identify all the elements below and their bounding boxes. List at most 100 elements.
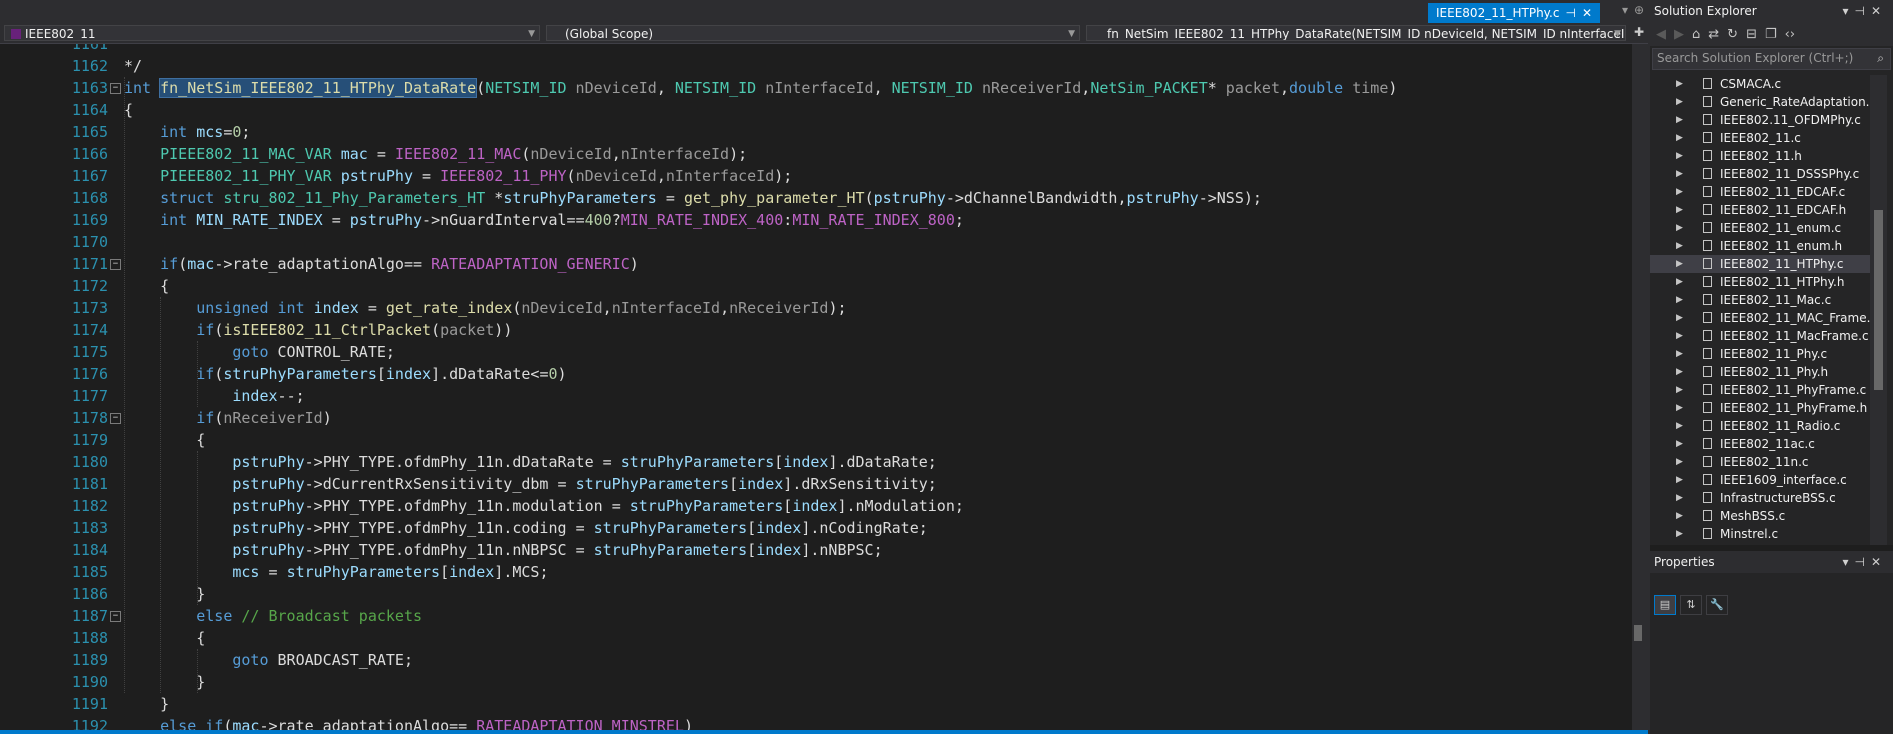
expand-icon[interactable]: ▶ (1676, 129, 1683, 147)
tree-item[interactable]: ▶ IEEE1609_interface.c (1650, 471, 1872, 489)
split-icon[interactable]: ⊕ (1634, 3, 1644, 17)
expand-icon[interactable]: ▶ (1676, 399, 1683, 417)
code-view-icon[interactable]: ‹› (1785, 27, 1795, 42)
tree-item[interactable]: ▶ IEEE802_11_PhyFrame.c (1650, 381, 1872, 399)
code-line[interactable]: 1172 { (0, 275, 1632, 297)
copy-icon[interactable]: ❐ (1765, 27, 1777, 42)
collapse-all-icon[interactable]: ⊟ (1746, 27, 1757, 42)
scope-dropdown[interactable]: (Global Scope) ▼ (546, 25, 1080, 41)
expand-icon[interactable]: ▶ (1676, 525, 1683, 543)
tree-item[interactable]: ▶ IEEE802_11_Radio.c (1650, 417, 1872, 435)
search-icon[interactable]: ⌕ (1877, 49, 1884, 67)
code-line[interactable]: 1185 mcs = struPhyParameters[index].MCS; (0, 561, 1632, 583)
member-dropdown[interactable]: fn_NetSim_IEEE802_11_HTPhy_DataRate(NETS… (1086, 25, 1626, 41)
expand-icon[interactable]: ▶ (1676, 309, 1683, 327)
expand-icon[interactable]: ▶ (1676, 291, 1683, 309)
tab-dropdown-icon[interactable]: ▾ (1622, 3, 1628, 17)
tree-item[interactable]: ▶ InfrastructureBSS.c (1650, 489, 1872, 507)
tree-item[interactable]: ▶ IEEE802_11n.c (1650, 453, 1872, 471)
expand-icon[interactable]: ▶ (1676, 489, 1683, 507)
tree-item[interactable]: ▶ IEEE802_11_EDCAF.h (1650, 201, 1872, 219)
home-icon[interactable]: ⌂ (1692, 27, 1700, 42)
code-line[interactable]: 1188 { (0, 627, 1632, 649)
close-icon[interactable]: ✕ (1871, 4, 1887, 18)
collapse-icon[interactable]: − (110, 611, 121, 622)
code-line[interactable]: 1164 { (0, 99, 1632, 121)
forward-icon[interactable]: ▶ (1674, 27, 1684, 42)
code-line[interactable]: 1174 if(isIEEE802_11_CtrlPacket(packet)) (0, 319, 1632, 341)
code-editor[interactable]: 1161 1162 */1163− int fn_NetSim_IEEE802_11_… (0, 44, 1632, 730)
alphabetical-icon[interactable]: ⇅ (1680, 595, 1702, 615)
expand-icon[interactable]: ▶ (1676, 237, 1683, 255)
tab-ieee802-11-htphy[interactable]: IEEE802_11_HTPhy.c ⊣ ✕ (1428, 3, 1600, 23)
collapse-icon[interactable]: − (110, 259, 121, 270)
code-line[interactable]: 1163− int fn_NetSim_IEEE802_11_HTPhy_Data… (0, 77, 1632, 99)
solution-explorer-search[interactable]: Search Solution Explorer (Ctrl+;) ⌕ (1652, 48, 1891, 70)
split-editor-icon[interactable]: ✚ (1634, 25, 1644, 39)
expand-icon[interactable]: ▶ (1676, 219, 1683, 237)
code-line[interactable]: 1168 struct stru_802_11_Phy_Parameters_H… (0, 187, 1632, 209)
tree-item[interactable]: ▶ IEEE802_11_enum.c (1650, 219, 1872, 237)
expand-icon[interactable]: ▶ (1676, 381, 1683, 399)
tree-item[interactable]: ▶ CSMACA.c (1650, 75, 1872, 93)
tree-item[interactable]: ▶ IEEE802.11_OFDMPhy.c (1650, 111, 1872, 129)
code-line[interactable]: 1177 index--; (0, 385, 1632, 407)
expand-icon[interactable]: ▶ (1676, 471, 1683, 489)
switch-views-icon[interactable]: ⇄ (1708, 27, 1719, 42)
code-line[interactable]: 1186 } (0, 583, 1632, 605)
dropdown-icon[interactable]: ▾ (1842, 555, 1854, 569)
tree-item[interactable]: ▶ Generic_RateAdaptation.c (1650, 93, 1872, 111)
code-line[interactable]: 1167 PIEEE802_11_PHY_VAR pstruPhy = IEEE… (0, 165, 1632, 187)
tree-item[interactable]: ▶ IEEE802_11_Phy.c (1650, 345, 1872, 363)
tree-item[interactable]: ▶ IEEE802_11_DSSSPhy.c (1650, 165, 1872, 183)
tree-item[interactable]: ▶ IEEE802_11_enum.h (1650, 237, 1872, 255)
expand-icon[interactable]: ▶ (1676, 183, 1683, 201)
tree-item[interactable]: ▶ Minstrel.c (1650, 525, 1872, 543)
code-line[interactable]: 1189 goto BROADCAST_RATE; (0, 649, 1632, 671)
code-line[interactable]: 1183 pstruPhy->PHY_TYPE.ofdmPhy_11n.codi… (0, 517, 1632, 539)
expand-icon[interactable]: ▶ (1676, 507, 1683, 525)
close-icon[interactable]: ✕ (1582, 6, 1592, 20)
dropdown-icon[interactable]: ▾ (1842, 4, 1854, 18)
expand-icon[interactable]: ▶ (1676, 201, 1683, 219)
expand-icon[interactable]: ▶ (1676, 255, 1683, 273)
code-line[interactable]: 1173 unsigned int index = get_rate_index… (0, 297, 1632, 319)
code-line[interactable]: 1182 pstruPhy->PHY_TYPE.ofdmPhy_11n.modu… (0, 495, 1632, 517)
expand-icon[interactable]: ▶ (1676, 327, 1683, 345)
expand-icon[interactable]: ▶ (1676, 417, 1683, 435)
expand-icon[interactable]: ▶ (1676, 363, 1683, 381)
expand-icon[interactable]: ▶ (1676, 453, 1683, 471)
tree-item[interactable]: ▶ IEEE802_11_EDCAF.c (1650, 183, 1872, 201)
tree-item[interactable]: ▶ IEEE802_11_HTPhy.h (1650, 273, 1872, 291)
collapse-icon[interactable]: − (110, 83, 121, 94)
sync-icon[interactable]: ↻ (1727, 27, 1738, 42)
categorized-icon[interactable]: ▤ (1654, 595, 1676, 615)
tree-item[interactable]: ▶ IEEE802_11.h (1650, 147, 1872, 165)
pin-icon[interactable]: ⊣ (1854, 4, 1870, 18)
solution-explorer-scroll-thumb[interactable] (1874, 210, 1883, 390)
expand-icon[interactable]: ▶ (1676, 93, 1683, 111)
code-line[interactable]: 1176 if(struPhyParameters[index].dDataRa… (0, 363, 1632, 385)
code-line[interactable]: 1180 pstruPhy->PHY_TYPE.ofdmPhy_11n.dDat… (0, 451, 1632, 473)
expand-icon[interactable]: ▶ (1676, 273, 1683, 291)
pin-icon[interactable]: ⊣ (1565, 6, 1575, 20)
code-line[interactable]: 1175 goto CONTROL_RATE; (0, 341, 1632, 363)
expand-icon[interactable]: ▶ (1676, 165, 1683, 183)
code-line[interactable]: 1165 int mcs=0; (0, 121, 1632, 143)
code-line[interactable]: 1178− if(nReceiverId) (0, 407, 1632, 429)
tree-item[interactable]: ▶ IEEE802_11_Phy.h (1650, 363, 1872, 381)
tree-item[interactable]: ▶ IEEE802_11_MacFrame.c (1650, 327, 1872, 345)
tree-item[interactable]: ▶ IEEE802_11.c (1650, 129, 1872, 147)
tree-item[interactable]: ▶ IEEE802_11_Mac.c (1650, 291, 1872, 309)
code-line[interactable]: 1184 pstruPhy->PHY_TYPE.ofdmPhy_11n.nNBP… (0, 539, 1632, 561)
code-line[interactable]: 1190 } (0, 671, 1632, 693)
code-line[interactable]: 1181 pstruPhy->dCurrentRxSensitivity_dbm… (0, 473, 1632, 495)
back-icon[interactable]: ◀ (1656, 27, 1666, 42)
code-line[interactable]: 1170 (0, 231, 1632, 253)
code-line[interactable]: 1171− if(mac->rate_adaptationAlgo== RATE… (0, 253, 1632, 275)
expand-icon[interactable]: ▶ (1676, 435, 1683, 453)
project-dropdown[interactable]: IEEE802_11 ▼ (4, 25, 540, 41)
tree-item[interactable]: ▶ IEEE802_11_MAC_Frame.h (1650, 309, 1872, 327)
tree-item[interactable]: ▶ IEEE802_11_HTPhy.c (1650, 255, 1872, 273)
code-line[interactable]: 1191 } (0, 693, 1632, 715)
